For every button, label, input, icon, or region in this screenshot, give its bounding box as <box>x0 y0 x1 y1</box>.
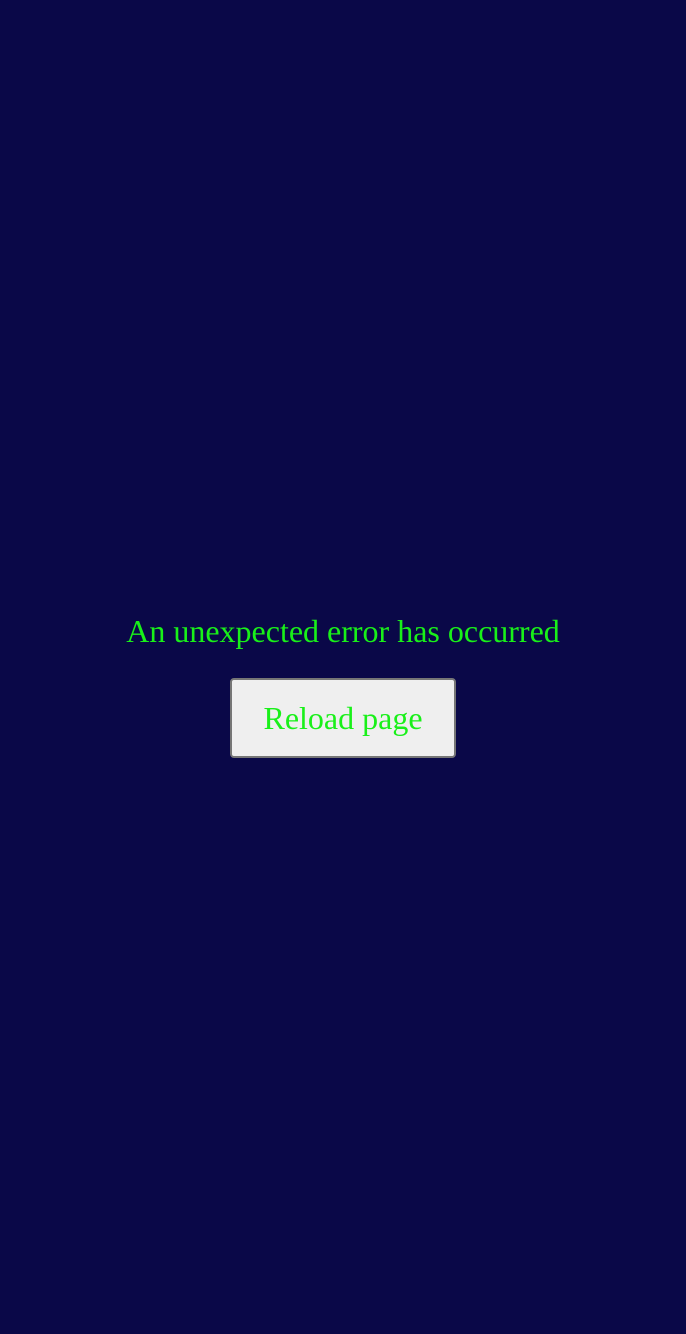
error-screen: An unexpected error has occurred Reload … <box>0 0 686 1334</box>
reload-page-button[interactable]: Reload page <box>230 678 456 758</box>
error-message: An unexpected error has occurred <box>126 613 560 649</box>
